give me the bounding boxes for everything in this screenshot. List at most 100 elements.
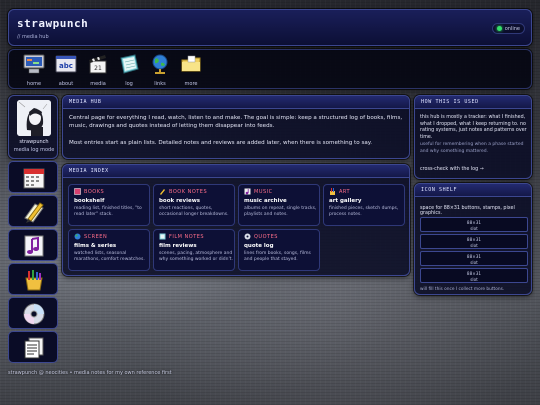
index-card-book-notes[interactable]: BOOK NOTES book reviews short reactions,… (153, 184, 235, 226)
card-tag-label: QUOTES (254, 233, 278, 240)
card-title: films & series (74, 243, 117, 249)
nav-item-home[interactable]: home (21, 54, 47, 87)
index-card-books[interactable]: BOOKS bookshelf reading list, finished t… (68, 184, 150, 226)
card-title: music archive (244, 198, 287, 204)
card-tag: QUOTES (244, 233, 278, 240)
site-subtitle: // media hub (17, 34, 49, 40)
card-title: quote log (244, 243, 274, 249)
card-description: lines from books, songs, films and peopl… (244, 251, 311, 262)
card-description: scenes, pacing, atmosphere and why somet… (159, 251, 233, 262)
index-card-screen[interactable]: SCREEN films & series watched lists, sea… (68, 229, 150, 271)
how-used-text: this hub is mostly a tracker: what I fin… (420, 115, 527, 140)
nav-label: links (154, 81, 166, 87)
site-header: strawpunch // media hub online (8, 9, 532, 46)
slot-label: slot (470, 259, 478, 265)
nav-item-more[interactable]: more (178, 54, 204, 87)
card-tag: FILM NOTES (159, 233, 204, 240)
index-card-quotes[interactable]: QUOTES quote log lines from books, songs… (238, 229, 320, 271)
pencil-icon (160, 189, 165, 195)
clapperboard-icon: 21 (89, 55, 107, 74)
button-slot: 88×31 slot (420, 268, 528, 283)
music-note-icon (24, 235, 44, 257)
notebook-icon (120, 54, 139, 74)
sidebar-button-art[interactable] (8, 263, 58, 295)
slot-label: slot (470, 225, 478, 231)
shelf-intro: space for 88×31 buttons, stamps, pixel g… (420, 206, 515, 216)
status-label: online (504, 25, 520, 32)
avatar (17, 100, 51, 136)
how-used-note: useful for remembering when a phase star… (420, 142, 524, 154)
profile-mode: media log mode (13, 147, 55, 153)
card-description: short reactions, quotes, occasional long… (159, 206, 229, 217)
index-card-film-notes[interactable]: FILM NOTES film reviews scenes, pacing, … (153, 229, 235, 271)
abc-icon-text: abc (59, 62, 73, 70)
calendar-icon (23, 168, 45, 189)
section-heading: MEDIA INDEX (63, 165, 409, 178)
index-card-music[interactable]: MUSIC music archive albums on repeat, si… (238, 184, 320, 226)
cross-check-log-link[interactable]: cross-check with the log → (420, 167, 484, 172)
page-footer: strawpunch @ neocities • media notes for… (8, 370, 172, 376)
pencil-icon (24, 202, 44, 223)
nav-item-about[interactable]: abc about (53, 54, 79, 87)
globe-icon (152, 54, 168, 74)
globe-icon (74, 233, 81, 240)
sidebar-button-cd[interactable] (8, 297, 58, 329)
card-tag: MUSIC (244, 188, 273, 195)
nav-item-media[interactable]: 21 media (85, 54, 111, 87)
button-slot: 88×31 slot (420, 217, 528, 232)
nav-label: about (58, 81, 74, 87)
computer-icon (23, 54, 45, 74)
card-tag-label: BOOKS (84, 188, 105, 195)
button-slot: 88×31 slot (420, 251, 528, 266)
sidebar-button-documents[interactable] (8, 331, 58, 363)
section-heading: MEDIA HUB (63, 96, 409, 109)
status-badge: online (491, 23, 525, 34)
icon-shelf-panel: ICON SHELF space for 88×31 buttons, stam… (414, 183, 532, 295)
paint-icon (330, 188, 335, 195)
main-nav: home abc about 21 media log links more (8, 49, 532, 89)
card-tag: BOOK NOTES (159, 188, 207, 195)
nav-label: media (90, 81, 106, 87)
card-description: reading list, finished titles, "to read … (74, 206, 142, 217)
card-title: film reviews (159, 243, 197, 249)
shelf-footer: will fill this once I collect more butto… (420, 287, 505, 292)
paint-icon (25, 270, 43, 291)
card-tag-label: FILM NOTES (169, 233, 205, 240)
card-title: bookshelf (74, 198, 105, 204)
sidebar-button-music[interactable] (8, 229, 58, 261)
abc-icon: abc (55, 55, 77, 73)
profile-name: strawpunch (19, 139, 49, 145)
sidebar-button-write[interactable] (8, 195, 58, 227)
card-tag: SCREEN (74, 233, 107, 240)
nav-item-log[interactable]: log (116, 54, 142, 87)
hub-note: Most entries start as plain lists. Detai… (69, 140, 373, 146)
card-description: albums on repeat, single tracks, playlis… (244, 206, 317, 217)
notebook-icon (159, 233, 166, 240)
nav-label: log (125, 81, 133, 87)
slot-label: slot (470, 242, 478, 248)
clapperboard-icon-text: 21 (94, 65, 102, 72)
card-title: book reviews (159, 198, 201, 204)
nav-label: home (26, 81, 42, 87)
sidebar-button-calendar[interactable] (8, 161, 58, 193)
card-tag-label: SCREEN (84, 233, 108, 240)
card-tag: ART (329, 188, 350, 195)
card-description: watched lists, seasonal marathons, comfo… (74, 251, 145, 262)
section-heading: HOW THIS IS USED (415, 96, 531, 109)
media-index-panel: MEDIA INDEX BOOKS bookshelf reading list… (62, 164, 410, 276)
site-title: strawpunch (17, 17, 89, 30)
folder-icon (181, 55, 201, 72)
nav-item-links[interactable]: links (147, 54, 173, 87)
button-slot: 88×31 slot (420, 234, 528, 249)
profile-card[interactable]: strawpunch media log mode (8, 95, 58, 159)
card-tag-label: ART (339, 188, 351, 195)
card-tag: BOOKS (74, 188, 104, 195)
hub-intro: Central page for everything I read, watc… (69, 115, 403, 129)
status-dot-icon (496, 26, 502, 31)
card-description: finished pieces, sketch dumps, process n… (329, 206, 399, 217)
index-card-art[interactable]: ART art gallery finished pieces, sketch … (323, 184, 405, 226)
nav-label: more (184, 81, 198, 87)
card-tag-label: MUSIC (254, 188, 273, 195)
avatar-drawing (17, 100, 51, 136)
book-icon (74, 188, 81, 195)
